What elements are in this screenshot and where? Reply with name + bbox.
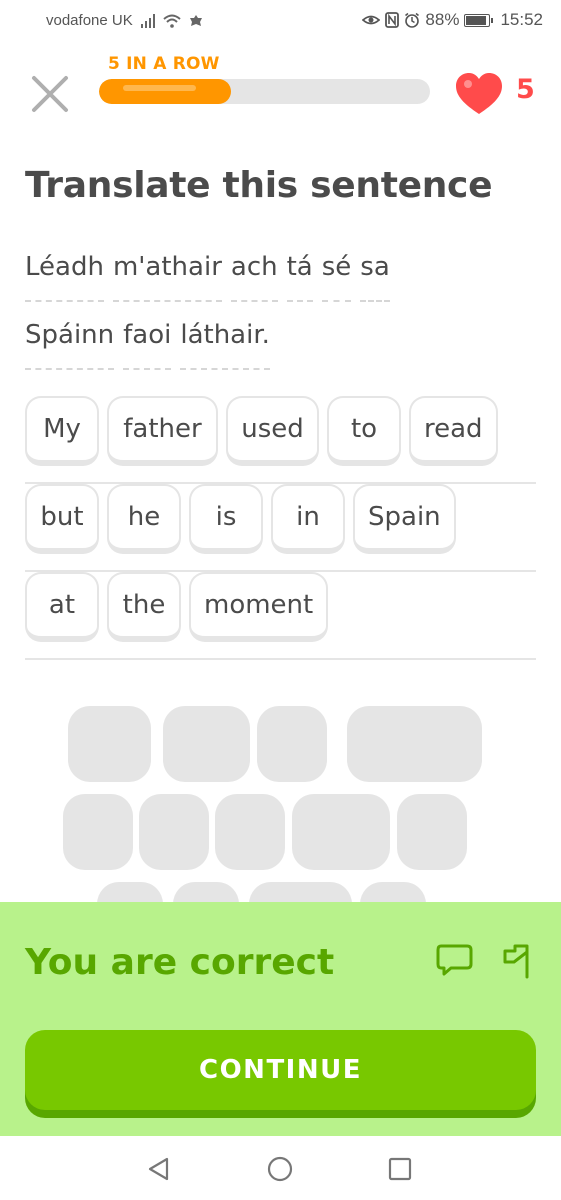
carrier-name: vodafone UK (46, 12, 133, 29)
sentence-line: Spáinn faoi láthair. (25, 320, 545, 388)
recents-icon[interactable] (385, 1154, 415, 1184)
notification-icon (189, 14, 202, 26)
answer-word-chip[interactable]: but (25, 484, 99, 554)
answer-word-chip[interactable]: used (226, 396, 319, 466)
answer-word-chip[interactable]: in (271, 484, 345, 554)
battery-percent: 88% (425, 10, 460, 29)
progress-fill (99, 79, 232, 104)
word-bank-slot (215, 794, 285, 870)
answer-word-chip[interactable]: My (25, 396, 99, 466)
lesson-progress-bar (99, 79, 430, 104)
answer-word-chip[interactable]: to (327, 396, 401, 466)
back-icon[interactable] (145, 1154, 175, 1184)
answer-word-chip[interactable]: he (107, 484, 181, 554)
answer-word-chip[interactable]: moment (189, 572, 329, 642)
flag-icon[interactable] (500, 940, 540, 980)
answer-word-chip[interactable]: at (25, 572, 99, 642)
clock: 15:52 (500, 10, 543, 29)
status-bar: vodafone UK 88% 15:52 (0, 0, 561, 44)
continue-button[interactable]: CONTINUE (25, 1030, 536, 1110)
heart-icon (456, 73, 502, 114)
source-word[interactable]: láthair. (180, 320, 270, 370)
home-icon[interactable] (265, 1154, 295, 1184)
source-sentence: Léadh m'athair ach tá sé sa Spáinn faoi … (25, 252, 545, 388)
eye-comfort-icon (362, 15, 381, 25)
source-word[interactable]: m'athair (112, 252, 222, 302)
source-word[interactable]: tá (286, 252, 313, 302)
source-word[interactable]: Léadh (25, 252, 104, 302)
feedback-panel: You are correct CONTINUE (0, 902, 561, 1136)
source-word[interactable]: faoi (123, 320, 172, 370)
word-bank-slot (397, 794, 467, 870)
answer-word-chip[interactable]: father (107, 396, 218, 466)
answer-row: My father used to read (25, 396, 536, 484)
answer-word-chip[interactable]: the (107, 572, 181, 642)
alarm-icon (405, 12, 420, 28)
streak-label: 5 IN A ROW (108, 54, 220, 74)
system-nav-bar (0, 1136, 561, 1200)
sentence-line: Léadh m'athair ach tá sé sa (25, 252, 545, 320)
wifi-icon (163, 14, 181, 28)
source-word[interactable]: Spáinn (25, 320, 115, 370)
signal-icon (140, 13, 155, 28)
nfc-icon (385, 12, 400, 28)
word-bank-slot (292, 794, 390, 870)
comment-icon[interactable] (435, 942, 475, 982)
answer-word-chip[interactable]: is (189, 484, 263, 554)
answer-row: at the moment (25, 572, 536, 660)
word-bank-slot (68, 706, 151, 782)
source-word[interactable]: sa (360, 252, 390, 302)
answer-row: but he is in Spain (25, 484, 536, 572)
word-bank-slot (139, 794, 209, 870)
word-bank-slot (63, 794, 133, 870)
word-bank-slot (347, 706, 482, 782)
page-title: Translate this sentence (25, 165, 493, 206)
progress-highlight (123, 85, 196, 91)
answer-area: My father used to read but he is in Spai… (25, 396, 536, 660)
answer-word-chip[interactable]: read (409, 396, 498, 466)
feedback-message: You are correct (25, 942, 335, 983)
source-word[interactable]: sé (321, 252, 352, 302)
source-word[interactable]: ach (230, 252, 278, 302)
close-icon[interactable] (30, 74, 70, 114)
word-bank-slot (257, 706, 327, 782)
battery-icon (464, 13, 494, 27)
answer-word-chip[interactable]: Spain (353, 484, 456, 554)
word-bank-slot (163, 706, 250, 782)
hearts-count: 5 (516, 74, 535, 105)
